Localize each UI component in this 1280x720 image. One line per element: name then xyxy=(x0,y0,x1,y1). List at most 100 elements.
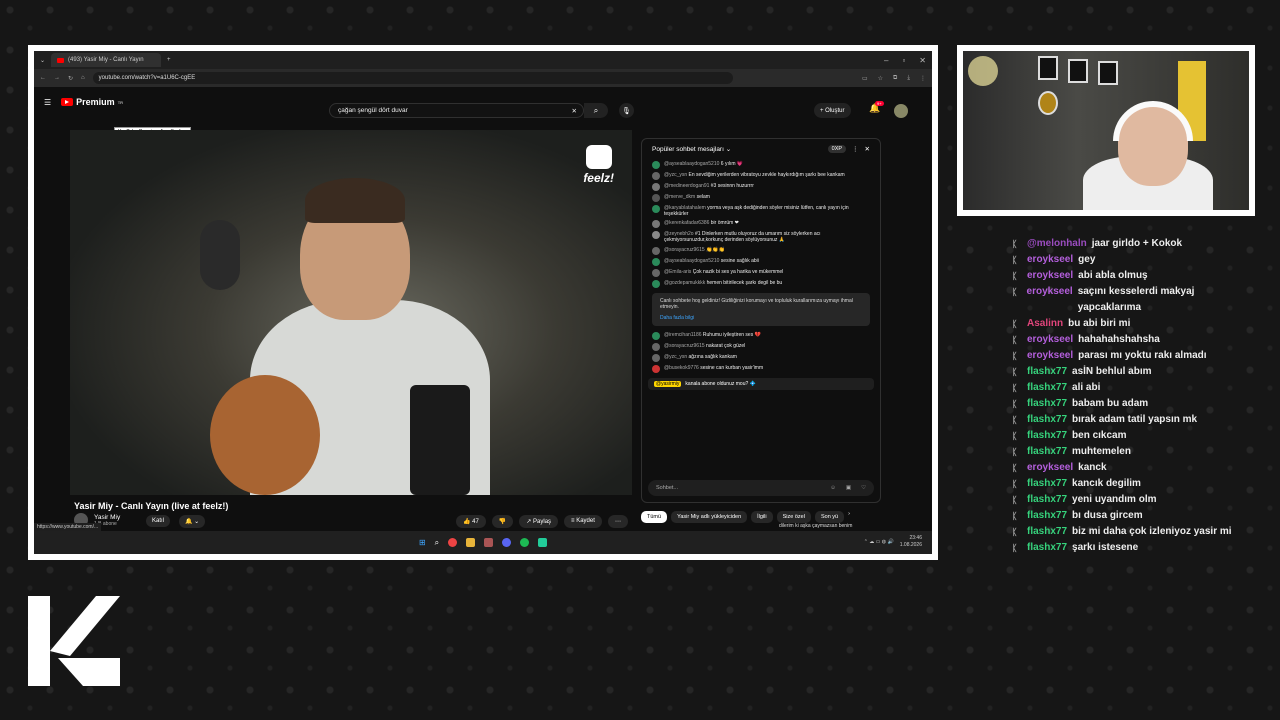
twitch-username[interactable]: eroykseel xyxy=(1027,284,1073,300)
chat-menu-icon[interactable]: ⋮ xyxy=(852,145,859,153)
extensions-icon[interactable]: ⧉ xyxy=(893,75,897,82)
close-chat-icon[interactable]: ✕ xyxy=(865,145,870,153)
close-window-icon[interactable]: ✕ xyxy=(919,56,926,65)
chat-avatar[interactable] xyxy=(652,342,660,351)
twitch-username[interactable]: flashx77 xyxy=(1027,540,1067,556)
chat-username[interactable]: @sorayacruz9615 xyxy=(664,343,705,349)
menu-dots-icon[interactable]: ⋮ xyxy=(920,75,926,82)
twitch-username[interactable]: flashx77 xyxy=(1027,476,1067,492)
chat-username[interactable]: @kerenkafadar6386 xyxy=(664,220,709,226)
chat-avatar[interactable] xyxy=(652,279,660,288)
tray-icons[interactable]: ⌃ ☁ ▭ ◍ 🔊 xyxy=(864,539,894,546)
chat-username[interactable]: @busekok9776 xyxy=(664,365,699,371)
twitch-username[interactable]: @melonhaln xyxy=(1027,236,1087,252)
download-icon[interactable]: ⤓ xyxy=(907,75,910,82)
chat-username[interactable]: @yzc_ysn xyxy=(664,354,687,360)
more-actions-button[interactable]: ⋯ xyxy=(607,515,628,528)
twitch-username[interactable]: eroykseel xyxy=(1027,348,1073,364)
twitch-username[interactable]: flashx77 xyxy=(1027,380,1067,396)
search-button[interactable]: ⌕ xyxy=(584,103,608,118)
create-button[interactable]: + Oluştur xyxy=(814,103,851,118)
new-tab-icon[interactable]: + xyxy=(167,57,171,63)
chat-username[interactable]: @merve_dkm xyxy=(664,194,695,200)
chat-avatar[interactable] xyxy=(652,331,660,340)
twitch-username[interactable]: flashx77 xyxy=(1027,396,1067,412)
chat-username[interactable]: @medineerdogan91 xyxy=(664,183,709,189)
twitch-username[interactable]: flashx77 xyxy=(1027,428,1067,444)
chat-avatar[interactable] xyxy=(652,182,660,191)
chat-username[interactable]: @yzc_ysn xyxy=(664,172,687,178)
forward-icon[interactable]: → xyxy=(54,75,60,81)
chip-all[interactable]: Tümü xyxy=(641,511,668,523)
chat-avatar[interactable] xyxy=(652,171,660,180)
twitch-username[interactable]: Asalinn xyxy=(1027,316,1063,332)
twitch-username[interactable]: flashx77 xyxy=(1027,412,1067,428)
chip-related[interactable]: İlgili xyxy=(751,511,773,523)
chat-avatar[interactable] xyxy=(652,193,660,202)
chat-username[interactable]: @ayseablaaydogan5210 xyxy=(664,161,719,167)
cast-icon[interactable]: ▭ xyxy=(862,75,868,82)
chip-from-uploader[interactable]: Yasir Miy adlı yükleyiciden xyxy=(671,511,748,523)
dislike-button[interactable]: 👎 xyxy=(491,515,514,528)
hamburger-icon[interactable]: ☰ xyxy=(44,98,51,107)
save-button[interactable]: ≡ Kaydet xyxy=(564,515,602,528)
heart-icon[interactable]: ♡ xyxy=(861,485,866,491)
twitch-username[interactable]: eroykseel xyxy=(1027,460,1073,476)
video-player[interactable]: feelz! xyxy=(70,130,632,495)
chat-username[interactable]: @iremcihan1186 xyxy=(664,332,702,338)
voice-search-button[interactable]: 🎙 xyxy=(619,103,634,118)
chat-username[interactable]: @gozdepamukkkk xyxy=(664,280,705,286)
chat-username[interactable]: @karyablatahalem xyxy=(664,205,706,211)
twitch-username[interactable]: eroykseel xyxy=(1027,332,1073,348)
twitch-username[interactable]: eroykseel xyxy=(1027,268,1073,284)
chat-username[interactable]: @sorayacruz9615 xyxy=(664,247,705,253)
twitch-username[interactable]: flashx77 xyxy=(1027,444,1067,460)
url-field[interactable]: youtube.com/watch?v=a1U6C-cgEE xyxy=(92,72,733,84)
chrome-icon[interactable] xyxy=(448,538,458,547)
chat-avatar[interactable] xyxy=(652,364,660,373)
xp-badge[interactable]: 0XP xyxy=(827,145,847,153)
twitch-username[interactable]: eroykseel xyxy=(1027,252,1073,268)
super-chat-icon[interactable]: ▣ xyxy=(846,485,851,491)
twitch-username[interactable]: flashx77 xyxy=(1027,492,1067,508)
tab-list-icon[interactable]: ⌄ xyxy=(40,57,45,64)
chip-recent[interactable]: Son yü xyxy=(814,511,845,523)
twitch-username[interactable]: flashx77 xyxy=(1027,508,1067,524)
clear-search-icon[interactable]: ✕ xyxy=(572,107,577,115)
reload-icon[interactable]: ↻ xyxy=(68,75,73,82)
share-button[interactable]: ↗ Paylaş xyxy=(519,515,559,528)
chat-avatar[interactable] xyxy=(652,204,660,213)
youtube-logo[interactable]: Premium TR xyxy=(61,97,123,107)
twitch-username[interactable]: flashx77 xyxy=(1027,364,1067,380)
chat-avatar[interactable] xyxy=(652,220,660,228)
chat-avatar[interactable] xyxy=(652,160,660,169)
chat-avatar[interactable] xyxy=(652,231,660,239)
twitch-username[interactable]: flashx77 xyxy=(1027,524,1067,540)
chips-next-icon[interactable]: › xyxy=(848,511,850,523)
chat-input[interactable]: Sohbet... ☺ ▣ ♡ xyxy=(648,480,874,496)
subscribe-bell-button[interactable]: 🔔 ⌄ xyxy=(179,515,206,528)
learn-more-link[interactable]: Daha fazla bilgi xyxy=(660,315,862,321)
back-icon[interactable]: ← xyxy=(40,75,46,81)
chat-avatar[interactable] xyxy=(652,268,660,277)
browser-tab[interactable]: (493) Yasir Miy - Canlı Yayın xyxy=(51,53,162,67)
chat-avatar[interactable] xyxy=(652,353,660,362)
account-avatar[interactable] xyxy=(894,104,908,118)
spotify-icon[interactable] xyxy=(520,538,530,547)
chip-for-you[interactable]: Size özel xyxy=(776,511,811,523)
file-explorer-icon[interactable] xyxy=(466,538,476,547)
bookmark-star-icon[interactable]: ☆ xyxy=(878,75,883,82)
chat-username[interactable]: @ayseablaaydogan5210 xyxy=(664,258,719,264)
app-icon[interactable] xyxy=(484,538,494,547)
maximize-icon[interactable]: ▫ xyxy=(902,56,905,65)
emoji-icon[interactable]: ☺ xyxy=(830,485,836,491)
obs-icon[interactable] xyxy=(538,538,548,547)
channel-name[interactable]: Yasir Miy xyxy=(94,514,120,521)
like-button[interactable]: 👍 47 xyxy=(456,515,486,528)
chat-avatar[interactable] xyxy=(652,257,660,266)
notifications-button[interactable]: 🔔 9+ xyxy=(869,101,884,114)
taskbar-search-icon[interactable]: ⌕ xyxy=(435,538,439,548)
chat-username[interactable]: @Emila-aris xyxy=(664,269,691,275)
chat-mode-dropdown[interactable]: Popüler sohbet mesajları ⌄ xyxy=(652,145,731,153)
home-icon[interactable]: ⌂ xyxy=(81,75,85,81)
